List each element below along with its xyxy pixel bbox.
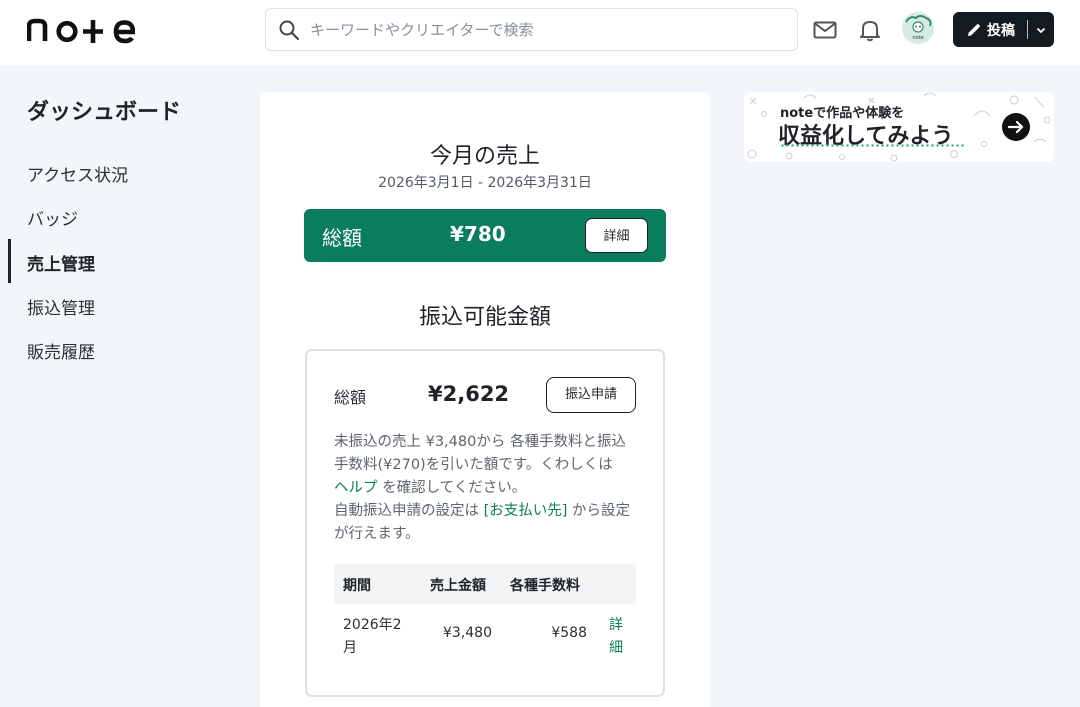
column-header-fees: 各種手数料	[510, 578, 580, 594]
note-logo[interactable]	[27, 14, 135, 44]
post-button-divider	[1027, 20, 1028, 39]
avatar[interactable]: note	[902, 12, 934, 44]
avatar-text: note	[912, 35, 923, 41]
monthly-total-label: 総額	[322, 226, 362, 250]
sidebar-item-sales[interactable]: 売上管理	[27, 250, 95, 275]
pencil-icon	[968, 24, 980, 36]
sidebar-item-transfers[interactable]: 振込管理	[27, 294, 95, 319]
row-fee-amount: ¥588	[551, 625, 587, 641]
transfer-desc-part3: 自動振込申請の設定は	[334, 503, 484, 519]
column-header-sales: 売上金額	[430, 578, 486, 594]
row-period: 2026年2月	[343, 617, 402, 656]
payee-settings-link[interactable]: [お支払い先]	[484, 503, 568, 519]
row-detail-link[interactable]: 詳細	[609, 614, 625, 660]
avatar-image: note	[902, 12, 934, 44]
monthly-sales-range: 2026年3月1日 - 2026年3月31日	[378, 175, 592, 191]
sales-card: 今月の売上 2026年3月1日 - 2026年3月31日 総額 ¥780 詳細 …	[260, 92, 710, 707]
monthly-total-bar: 総額 ¥780 詳細	[304, 209, 666, 262]
sidebar-active-indicator	[8, 239, 11, 283]
chevron-down-icon[interactable]	[1034, 23, 1048, 37]
transfer-desc-part2: を確認してください。	[377, 480, 527, 496]
post-button-label: 投稿	[987, 23, 1015, 39]
search-icon	[279, 20, 300, 41]
sidebar-item-access[interactable]: アクセス状況	[27, 161, 128, 186]
bell-icon[interactable]	[857, 17, 883, 43]
transfer-apply-button[interactable]: 振込申請	[546, 377, 636, 413]
transferable-total-label: 総額	[334, 388, 367, 407]
post-button[interactable]: 投稿	[953, 12, 1054, 47]
sidebar-title: ダッシュボード	[27, 100, 182, 125]
transferable-amount-title: 振込可能金額	[418, 305, 551, 330]
monetize-banner[interactable]: noteで作品や体験を 収益化してみよう	[744, 92, 1054, 162]
search-box[interactable]	[265, 8, 798, 51]
mail-icon[interactable]	[812, 17, 838, 43]
row-sales-amount: ¥3,480	[443, 625, 492, 641]
sidebar-item-sales-history[interactable]: 販売履歴	[27, 338, 95, 363]
monthly-total-amount: ¥780	[450, 222, 506, 246]
monthly-sales-title: 今月の売上	[429, 144, 540, 169]
banner-dotted-underline	[780, 144, 964, 147]
transferable-total-amount: ¥2,622	[428, 382, 510, 406]
help-link[interactable]: ヘルプ	[334, 480, 378, 496]
transferable-amount-box: 総額 ¥2,622 振込申請 未振込の売上 ¥3,480から 各種手数料と振込手…	[305, 349, 665, 697]
monthly-detail-button[interactable]: 詳細	[585, 218, 648, 253]
column-header-period: 期間	[343, 578, 371, 594]
transfer-description: 未振込の売上 ¥3,480から 各種手数料と振込手数料(¥270)を引いた額です…	[334, 431, 639, 546]
transfer-desc-part1: 未振込の売上 ¥3,480から 各種手数料と振込手数料(¥270)を引いた額です…	[334, 434, 626, 473]
sidebar-item-badges[interactable]: バッジ	[27, 205, 78, 230]
search-input[interactable]	[310, 15, 780, 45]
arrow-right-icon	[1002, 113, 1030, 141]
table-header: 期間 売上金額 各種手数料	[334, 564, 636, 604]
top-header: note 投稿	[0, 0, 1080, 65]
